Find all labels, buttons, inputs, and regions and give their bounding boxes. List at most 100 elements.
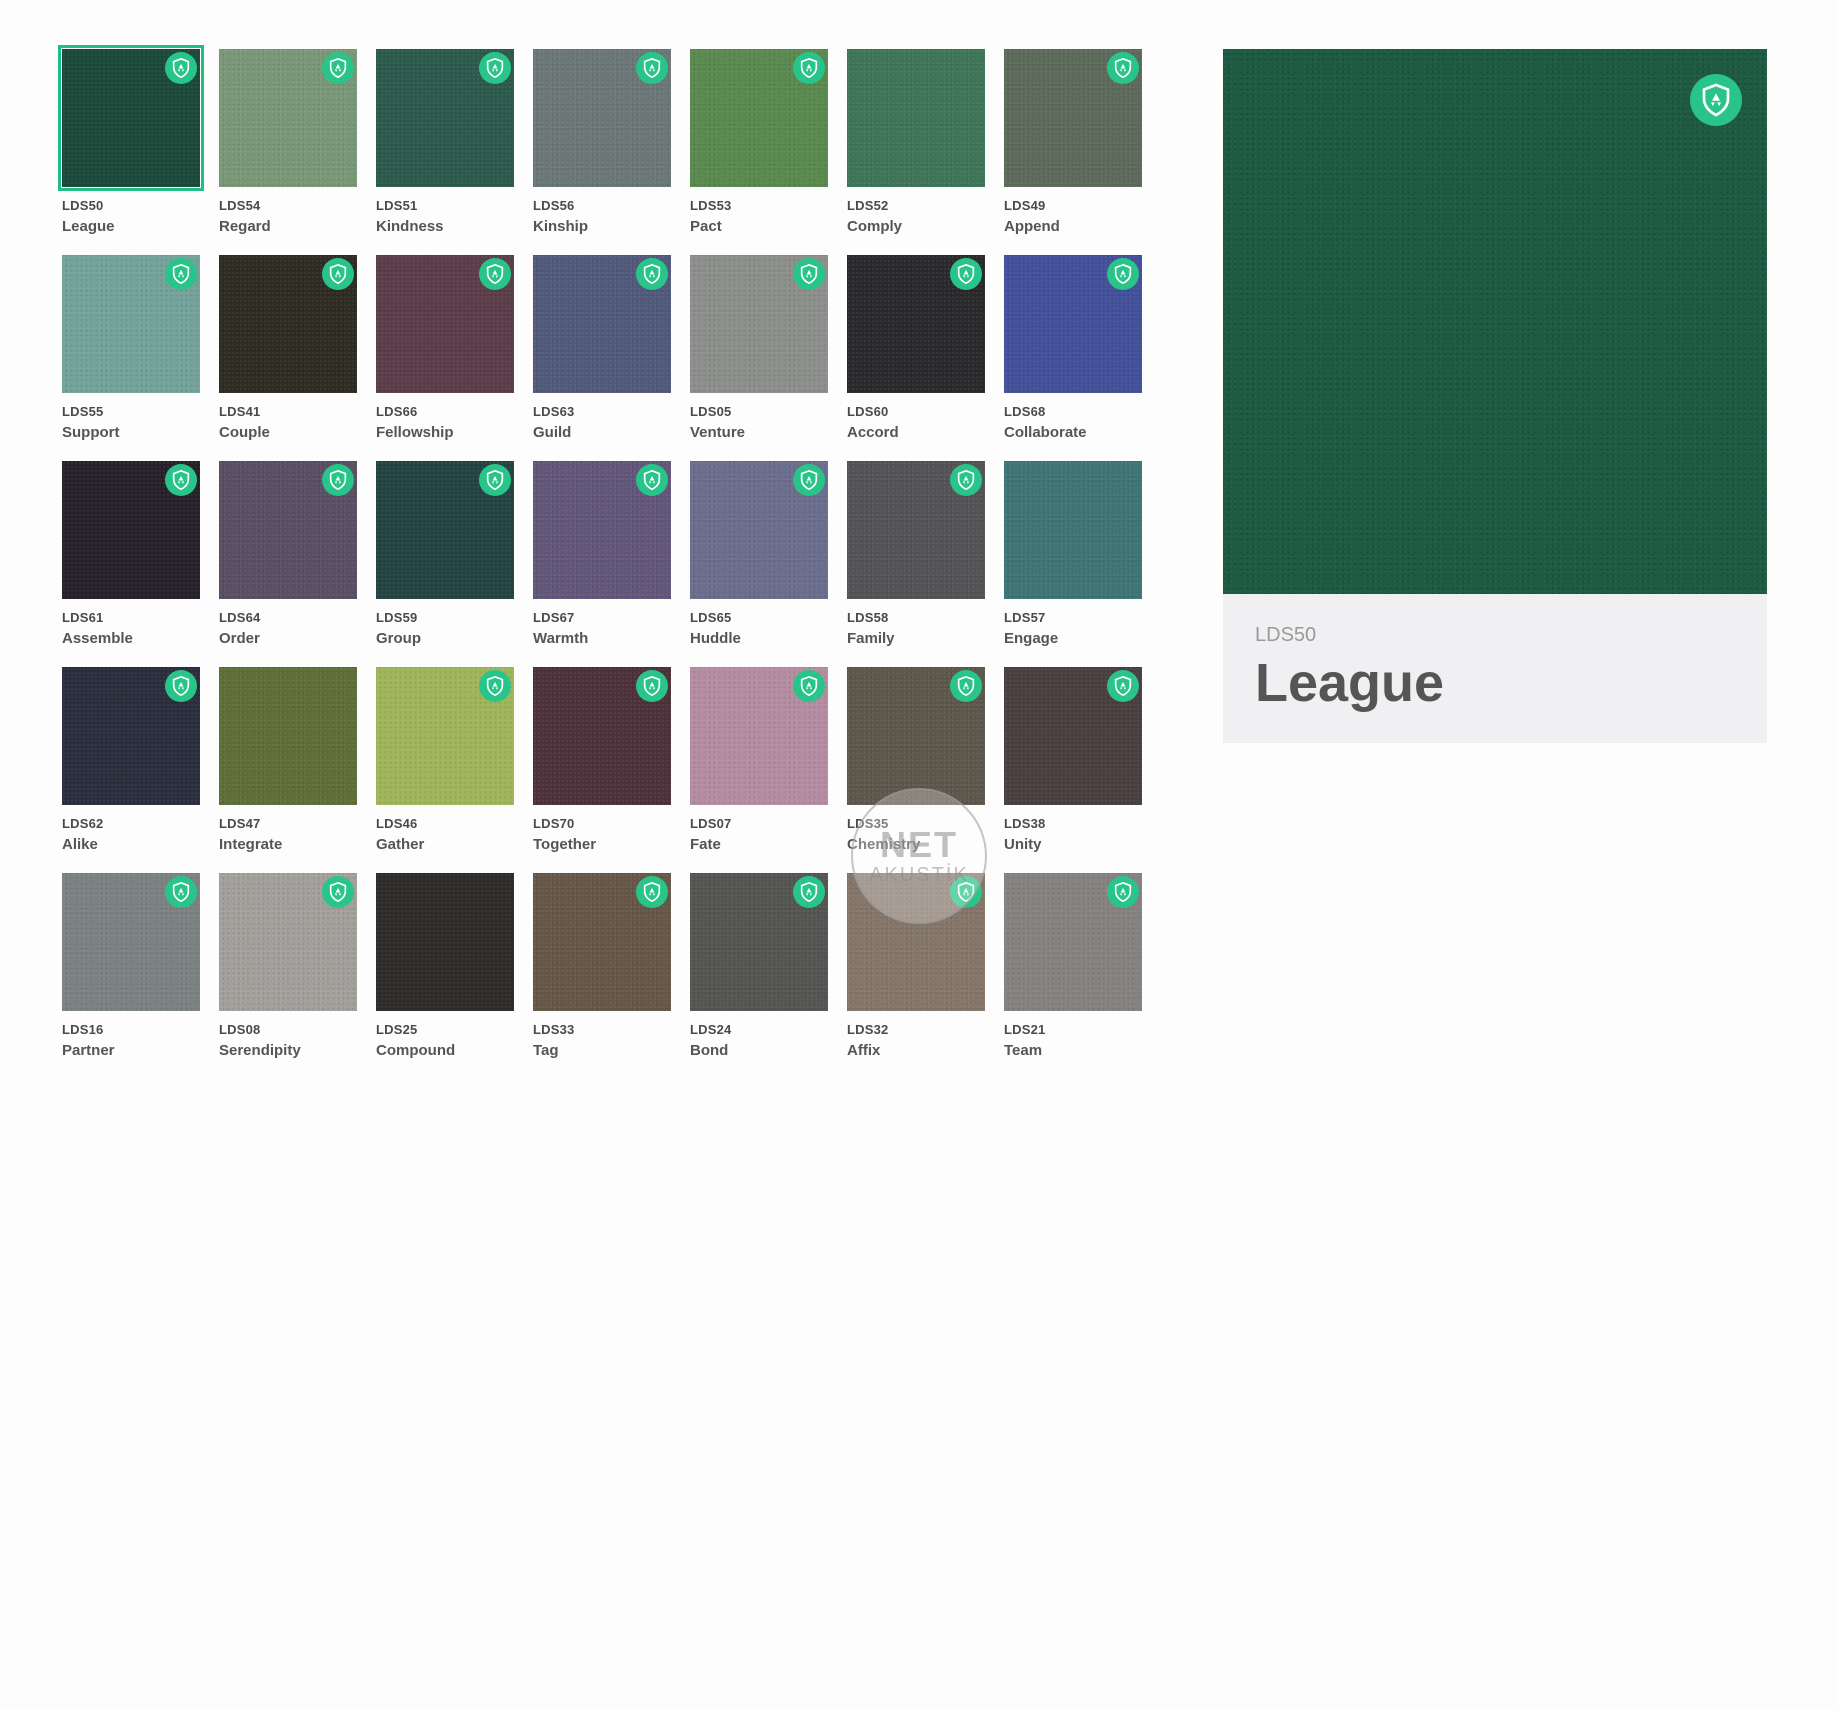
swatch-item-regard[interactable]: LDS54 Regard — [219, 49, 357, 236]
swatch-tile[interactable] — [847, 49, 985, 187]
swatch-tile[interactable] — [62, 461, 200, 599]
swatch-code: LDS52 — [847, 198, 889, 213]
swatch-item-pact[interactable]: LDS53 Pact — [690, 49, 828, 236]
swatch-item-tag[interactable]: LDS33 Tag — [533, 873, 671, 1060]
swatch-item-chemistry[interactable]: LDS35 Chemistry — [847, 667, 985, 854]
swatch-tile[interactable] — [1004, 49, 1142, 187]
swatch-item-compound[interactable]: LDS25 Compound — [376, 873, 514, 1060]
shield-glyph — [643, 881, 661, 903]
swatch-tile[interactable] — [62, 255, 200, 393]
swatch-item-accord[interactable]: LDS60 Accord — [847, 255, 985, 442]
swatch-tile[interactable] — [62, 667, 200, 805]
certified-shield-icon — [793, 464, 825, 496]
swatch-name: Family — [847, 630, 895, 647]
swatch-code: LDS65 — [690, 610, 732, 625]
swatch-tile[interactable] — [847, 667, 985, 805]
swatch-item-guild[interactable]: LDS63 Guild — [533, 255, 671, 442]
swatch-item-unity[interactable]: LDS38 Unity — [1004, 667, 1142, 854]
swatch-tile[interactable] — [376, 667, 514, 805]
swatch-code: LDS62 — [62, 816, 104, 831]
swatch-item-integrate[interactable]: LDS47 Integrate — [219, 667, 357, 854]
swatch-tile[interactable] — [1004, 667, 1142, 805]
swatch-item-kinship[interactable]: LDS56 Kinship — [533, 49, 671, 236]
swatch-tile[interactable] — [690, 49, 828, 187]
swatch-item-engage[interactable]: LDS57 Engage — [1004, 461, 1142, 648]
swatch-name: Affix — [847, 1042, 881, 1059]
certified-shield-icon — [636, 258, 668, 290]
swatch-item-kindness[interactable]: LDS51 Kindness — [376, 49, 514, 236]
swatch-item-huddle[interactable]: LDS65 Huddle — [690, 461, 828, 648]
certified-shield-icon — [1107, 52, 1139, 84]
swatch-item-venture[interactable]: LDS05 Venture — [690, 255, 828, 442]
swatch-item-partner[interactable]: LDS16 Partner — [62, 873, 200, 1060]
shield-glyph — [1114, 263, 1132, 285]
swatch-item-order[interactable]: LDS64 Order — [219, 461, 357, 648]
swatch-tile[interactable] — [1004, 873, 1142, 1011]
swatch-name: Tag — [533, 1042, 559, 1059]
swatch-item-couple[interactable]: LDS41 Couple — [219, 255, 357, 442]
certified-shield-icon — [1107, 670, 1139, 702]
swatch-tile[interactable] — [533, 49, 671, 187]
shield-glyph — [486, 675, 504, 697]
swatch-name: Gather — [376, 836, 425, 853]
swatch-tile[interactable] — [533, 461, 671, 599]
swatch-tile[interactable] — [1004, 255, 1142, 393]
swatch-name: Support — [62, 424, 120, 441]
swatch-name: Accord — [847, 424, 899, 441]
swatch-name: Alike — [62, 836, 98, 853]
swatch-code: LDS41 — [219, 404, 261, 419]
swatch-tile[interactable] — [533, 667, 671, 805]
swatch-item-comply[interactable]: LDS52 Comply — [847, 49, 985, 236]
swatch-code: LDS49 — [1004, 198, 1046, 213]
swatch-code: LDS63 — [533, 404, 575, 419]
swatch-item-serendipity[interactable]: LDS08 Serendipity — [219, 873, 357, 1060]
swatch-tile[interactable] — [533, 873, 671, 1011]
certified-shield-icon — [479, 464, 511, 496]
swatch-item-collaborate[interactable]: LDS68 Collaborate — [1004, 255, 1142, 442]
swatch-item-team[interactable]: LDS21 Team — [1004, 873, 1142, 1060]
swatch-item-fellowship[interactable]: LDS66 Fellowship — [376, 255, 514, 442]
swatch-name: Append — [1004, 218, 1060, 235]
swatch-tile[interactable] — [847, 873, 985, 1011]
swatch-tile[interactable] — [847, 255, 985, 393]
swatch-tile[interactable] — [376, 873, 514, 1011]
swatch-name: Together — [533, 836, 597, 853]
swatch-tile[interactable] — [62, 873, 200, 1011]
swatch-item-assemble[interactable]: LDS61 Assemble — [62, 461, 200, 648]
shield-glyph — [643, 675, 661, 697]
swatch-tile[interactable] — [690, 461, 828, 599]
swatch-item-group[interactable]: LDS59 Group — [376, 461, 514, 648]
swatch-tile[interactable] — [58, 45, 204, 191]
swatch-tile[interactable] — [1004, 461, 1142, 599]
swatch-tile[interactable] — [219, 461, 357, 599]
swatch-item-support[interactable]: LDS55 Support — [62, 255, 200, 442]
swatch-item-family[interactable]: LDS58 Family — [847, 461, 985, 648]
swatch-tile[interactable] — [219, 873, 357, 1011]
certified-shield-icon — [793, 876, 825, 908]
swatch-item-bond[interactable]: LDS24 Bond — [690, 873, 828, 1060]
swatch-item-together[interactable]: LDS70 Together — [533, 667, 671, 854]
swatch-name: Team — [1004, 1042, 1043, 1059]
swatch-tile[interactable] — [690, 873, 828, 1011]
swatch-item-league[interactable]: LDS50 League — [58, 45, 204, 236]
swatch-item-fate[interactable]: LDS07 Fate — [690, 667, 828, 854]
swatch-tile[interactable] — [376, 255, 514, 393]
swatch-tile[interactable] — [847, 461, 985, 599]
swatch-item-affix[interactable]: LDS32 Affix — [847, 873, 985, 1060]
swatch-item-gather[interactable]: LDS46 Gather — [376, 667, 514, 854]
swatch-tile[interactable] — [376, 49, 514, 187]
swatch-tile[interactable] — [219, 667, 357, 805]
shield-glyph — [329, 881, 347, 903]
swatch-tile[interactable] — [219, 255, 357, 393]
swatch-tile[interactable] — [690, 255, 828, 393]
swatch-grid: LDS50 League LDS54 Regard LDS51 Kindness LDS56… — [0, 0, 1180, 1100]
swatch-tile[interactable] — [533, 255, 671, 393]
shield-glyph — [800, 263, 818, 285]
swatch-tile[interactable] — [376, 461, 514, 599]
swatch-item-alike[interactable]: LDS62 Alike — [62, 667, 200, 854]
certified-shield-icon — [322, 258, 354, 290]
swatch-item-warmth[interactable]: LDS67 Warmth — [533, 461, 671, 648]
swatch-item-append[interactable]: LDS49 Append — [1004, 49, 1142, 236]
swatch-tile[interactable] — [219, 49, 357, 187]
swatch-tile[interactable] — [690, 667, 828, 805]
